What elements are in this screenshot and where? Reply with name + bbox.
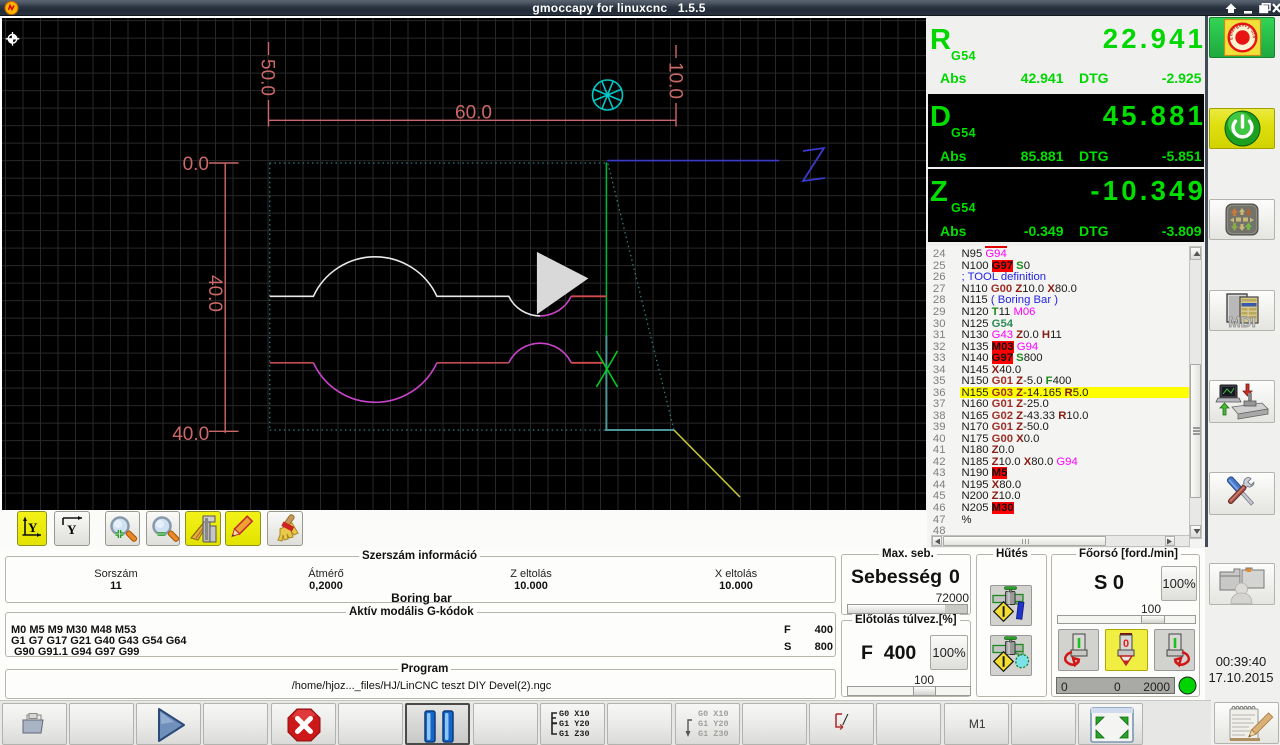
svg-text:/: / bbox=[842, 712, 849, 729]
svg-text:40.0: 40.0 bbox=[172, 424, 209, 445]
svg-text:G1 Y20: G1 Y20 bbox=[559, 719, 590, 729]
svg-text:G0 X10: G0 X10 bbox=[698, 709, 729, 719]
svg-text:Y: Y bbox=[28, 520, 38, 535]
svg-text:60.0: 60.0 bbox=[455, 103, 492, 124]
svg-text:G1 Z30: G1 Z30 bbox=[698, 729, 729, 739]
svg-text:0: 0 bbox=[1123, 638, 1129, 650]
svg-text:50.0: 50.0 bbox=[257, 59, 278, 96]
svg-text:0.0: 0.0 bbox=[183, 154, 209, 175]
svg-text:10.0: 10.0 bbox=[665, 62, 686, 99]
svg-text:MDI: MDI bbox=[1228, 314, 1256, 330]
svg-text:Y: Y bbox=[67, 522, 77, 537]
svg-text:40.0: 40.0 bbox=[204, 275, 225, 312]
svg-text:G1 Y20: G1 Y20 bbox=[698, 719, 729, 729]
svg-text:G1 Z30: G1 Z30 bbox=[559, 729, 590, 739]
svg-text:G0 X10: G0 X10 bbox=[559, 709, 590, 719]
